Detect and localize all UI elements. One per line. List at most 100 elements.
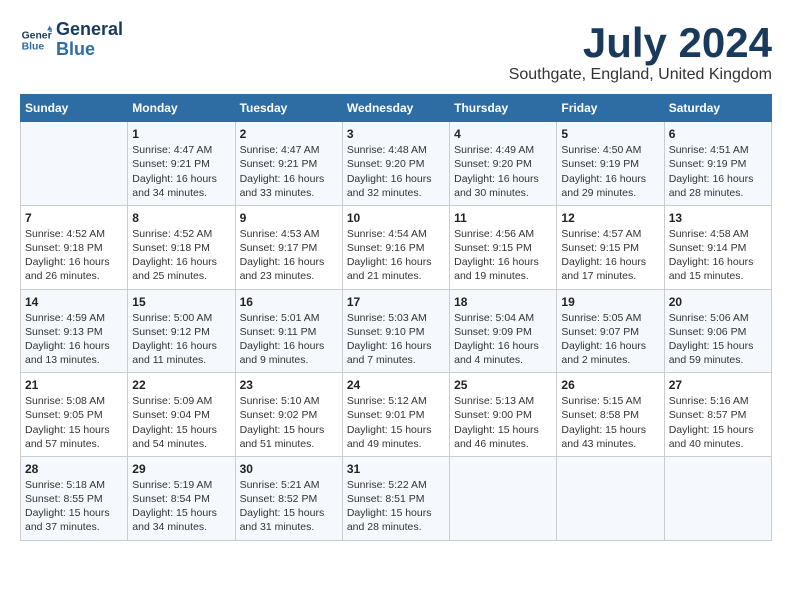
calendar-week-2: 14Sunrise: 4:59 AM Sunset: 9:13 PM Dayli… [21, 289, 772, 373]
day-number: 25 [454, 378, 552, 392]
col-header-sunday: Sunday [21, 95, 128, 122]
day-number: 18 [454, 295, 552, 309]
day-info: Sunrise: 5:19 AM Sunset: 8:54 PM Dayligh… [132, 478, 230, 535]
day-info: Sunrise: 4:52 AM Sunset: 9:18 PM Dayligh… [132, 227, 230, 284]
header: General Blue General Blue July 2024 Sout… [20, 20, 772, 84]
day-number: 17 [347, 295, 445, 309]
day-number: 7 [25, 211, 123, 225]
day-number: 6 [669, 127, 767, 141]
calendar-cell: 17 Sunrise: 5:03 AM Sunset: 9:10 PM Dayli… [342, 289, 449, 373]
day-info: Sunrise: 4:50 AM Sunset: 9:19 PM Dayligh… [561, 143, 659, 200]
day-info: Sunrise: 5:10 AM Sunset: 9:02 PM Dayligh… [240, 394, 338, 451]
col-header-tuesday: Tuesday [235, 95, 342, 122]
calendar-cell [21, 122, 128, 206]
day-number: 24 [347, 378, 445, 392]
col-header-monday: Monday [128, 95, 235, 122]
calendar-cell: 25 Sunrise: 5:13 AM Sunset: 9:00 PM Dayli… [450, 373, 557, 457]
subtitle: Southgate, England, United Kingdom [509, 66, 772, 84]
calendar-cell [450, 456, 557, 540]
calendar-cell: 15 Sunrise: 5:00 AM Sunset: 9:12 PM Dayli… [128, 289, 235, 373]
calendar-cell: 6 Sunrise: 4:51 AM Sunset: 9:19 PM Daylig… [664, 122, 771, 206]
day-info: Sunrise: 5:13 AM Sunset: 9:00 PM Dayligh… [454, 394, 552, 451]
day-info: Sunrise: 4:47 AM Sunset: 9:21 PM Dayligh… [132, 143, 230, 200]
calendar-cell: 28 Sunrise: 5:18 AM Sunset: 8:55 PM Dayli… [21, 456, 128, 540]
day-number: 30 [240, 462, 338, 476]
day-info: Sunrise: 4:56 AM Sunset: 9:15 PM Dayligh… [454, 227, 552, 284]
day-info: Sunrise: 5:15 AM Sunset: 8:58 PM Dayligh… [561, 394, 659, 451]
day-info: Sunrise: 4:49 AM Sunset: 9:20 PM Dayligh… [454, 143, 552, 200]
calendar-cell: 7 Sunrise: 4:52 AM Sunset: 9:18 PM Daylig… [21, 205, 128, 289]
svg-text:General: General [22, 30, 52, 41]
calendar-cell: 11 Sunrise: 4:56 AM Sunset: 9:15 PM Dayli… [450, 205, 557, 289]
calendar-cell: 19 Sunrise: 5:05 AM Sunset: 9:07 PM Dayli… [557, 289, 664, 373]
day-number: 5 [561, 127, 659, 141]
day-number: 1 [132, 127, 230, 141]
calendar-cell: 4 Sunrise: 4:49 AM Sunset: 9:20 PM Daylig… [450, 122, 557, 206]
day-info: Sunrise: 4:58 AM Sunset: 9:14 PM Dayligh… [669, 227, 767, 284]
day-number: 3 [347, 127, 445, 141]
day-info: Sunrise: 5:04 AM Sunset: 9:09 PM Dayligh… [454, 311, 552, 368]
day-number: 26 [561, 378, 659, 392]
calendar-cell: 8 Sunrise: 4:52 AM Sunset: 9:18 PM Daylig… [128, 205, 235, 289]
calendar-cell [664, 456, 771, 540]
day-info: Sunrise: 4:54 AM Sunset: 9:16 PM Dayligh… [347, 227, 445, 284]
calendar-cell: 18 Sunrise: 5:04 AM Sunset: 9:09 PM Dayli… [450, 289, 557, 373]
day-number: 21 [25, 378, 123, 392]
calendar-cell: 21 Sunrise: 5:08 AM Sunset: 9:05 PM Dayli… [21, 373, 128, 457]
calendar-cell: 10 Sunrise: 4:54 AM Sunset: 9:16 PM Dayli… [342, 205, 449, 289]
calendar-cell: 3Sunrise: 4:48 AM Sunset: 9:20 PM Daylig… [342, 122, 449, 206]
day-number: 11 [454, 211, 552, 225]
day-number: 10 [347, 211, 445, 225]
day-number: 19 [561, 295, 659, 309]
day-info: Sunrise: 5:08 AM Sunset: 9:05 PM Dayligh… [25, 394, 123, 451]
calendar-cell: 13 Sunrise: 4:58 AM Sunset: 9:14 PM Dayli… [664, 205, 771, 289]
col-header-saturday: Saturday [664, 95, 771, 122]
day-number: 14 [25, 295, 123, 309]
day-info: Sunrise: 5:22 AM Sunset: 8:51 PM Dayligh… [347, 478, 445, 535]
logo-icon: General Blue [20, 24, 52, 56]
day-number: 8 [132, 211, 230, 225]
calendar-cell: 29 Sunrise: 5:19 AM Sunset: 8:54 PM Dayli… [128, 456, 235, 540]
calendar-cell: 1 Sunrise: 4:47 AM Sunset: 9:21 PM Daylig… [128, 122, 235, 206]
calendar-week-3: 21 Sunrise: 5:08 AM Sunset: 9:05 PM Dayli… [21, 373, 772, 457]
day-info: Sunrise: 5:03 AM Sunset: 9:10 PM Dayligh… [347, 311, 445, 368]
svg-text:Blue: Blue [22, 41, 45, 52]
calendar-cell: 20Sunrise: 5:06 AM Sunset: 9:06 PM Dayli… [664, 289, 771, 373]
day-info: Sunrise: 5:16 AM Sunset: 8:57 PM Dayligh… [669, 394, 767, 451]
calendar-cell: 5 Sunrise: 4:50 AM Sunset: 9:19 PM Daylig… [557, 122, 664, 206]
col-header-thursday: Thursday [450, 95, 557, 122]
day-number: 23 [240, 378, 338, 392]
day-number: 16 [240, 295, 338, 309]
day-number: 4 [454, 127, 552, 141]
calendar-header-row: SundayMondayTuesdayWednesdayThursdayFrid… [21, 95, 772, 122]
day-info: Sunrise: 4:51 AM Sunset: 9:19 PM Dayligh… [669, 143, 767, 200]
day-number: 28 [25, 462, 123, 476]
logo: General Blue General Blue [20, 20, 123, 60]
calendar-cell: 9Sunrise: 4:53 AM Sunset: 9:17 PM Daylig… [235, 205, 342, 289]
calendar-cell: 12Sunrise: 4:57 AM Sunset: 9:15 PM Dayli… [557, 205, 664, 289]
calendar-week-1: 7 Sunrise: 4:52 AM Sunset: 9:18 PM Daylig… [21, 205, 772, 289]
main-title: July 2024 [509, 20, 772, 66]
day-info: Sunrise: 5:05 AM Sunset: 9:07 PM Dayligh… [561, 311, 659, 368]
day-info: Sunrise: 4:52 AM Sunset: 9:18 PM Dayligh… [25, 227, 123, 284]
day-number: 20 [669, 295, 767, 309]
day-info: Sunrise: 5:18 AM Sunset: 8:55 PM Dayligh… [25, 478, 123, 535]
day-info: Sunrise: 4:47 AM Sunset: 9:21 PM Dayligh… [240, 143, 338, 200]
title-block: July 2024 Southgate, England, United Kin… [509, 20, 772, 84]
day-info: Sunrise: 5:01 AM Sunset: 9:11 PM Dayligh… [240, 311, 338, 368]
day-number: 12 [561, 211, 659, 225]
calendar-cell: 14Sunrise: 4:59 AM Sunset: 9:13 PM Dayli… [21, 289, 128, 373]
day-info: Sunrise: 4:53 AM Sunset: 9:17 PM Dayligh… [240, 227, 338, 284]
day-number: 2 [240, 127, 338, 141]
day-number: 15 [132, 295, 230, 309]
col-header-wednesday: Wednesday [342, 95, 449, 122]
day-info: Sunrise: 5:09 AM Sunset: 9:04 PM Dayligh… [132, 394, 230, 451]
calendar-week-0: 1 Sunrise: 4:47 AM Sunset: 9:21 PM Daylig… [21, 122, 772, 206]
calendar-cell: 26 Sunrise: 5:15 AM Sunset: 8:58 PM Dayli… [557, 373, 664, 457]
calendar-cell: 27Sunrise: 5:16 AM Sunset: 8:57 PM Dayli… [664, 373, 771, 457]
day-number: 13 [669, 211, 767, 225]
logo-text: General Blue [56, 20, 123, 60]
day-info: Sunrise: 5:00 AM Sunset: 9:12 PM Dayligh… [132, 311, 230, 368]
calendar-table: SundayMondayTuesdayWednesdayThursdayFrid… [20, 94, 772, 540]
day-number: 29 [132, 462, 230, 476]
